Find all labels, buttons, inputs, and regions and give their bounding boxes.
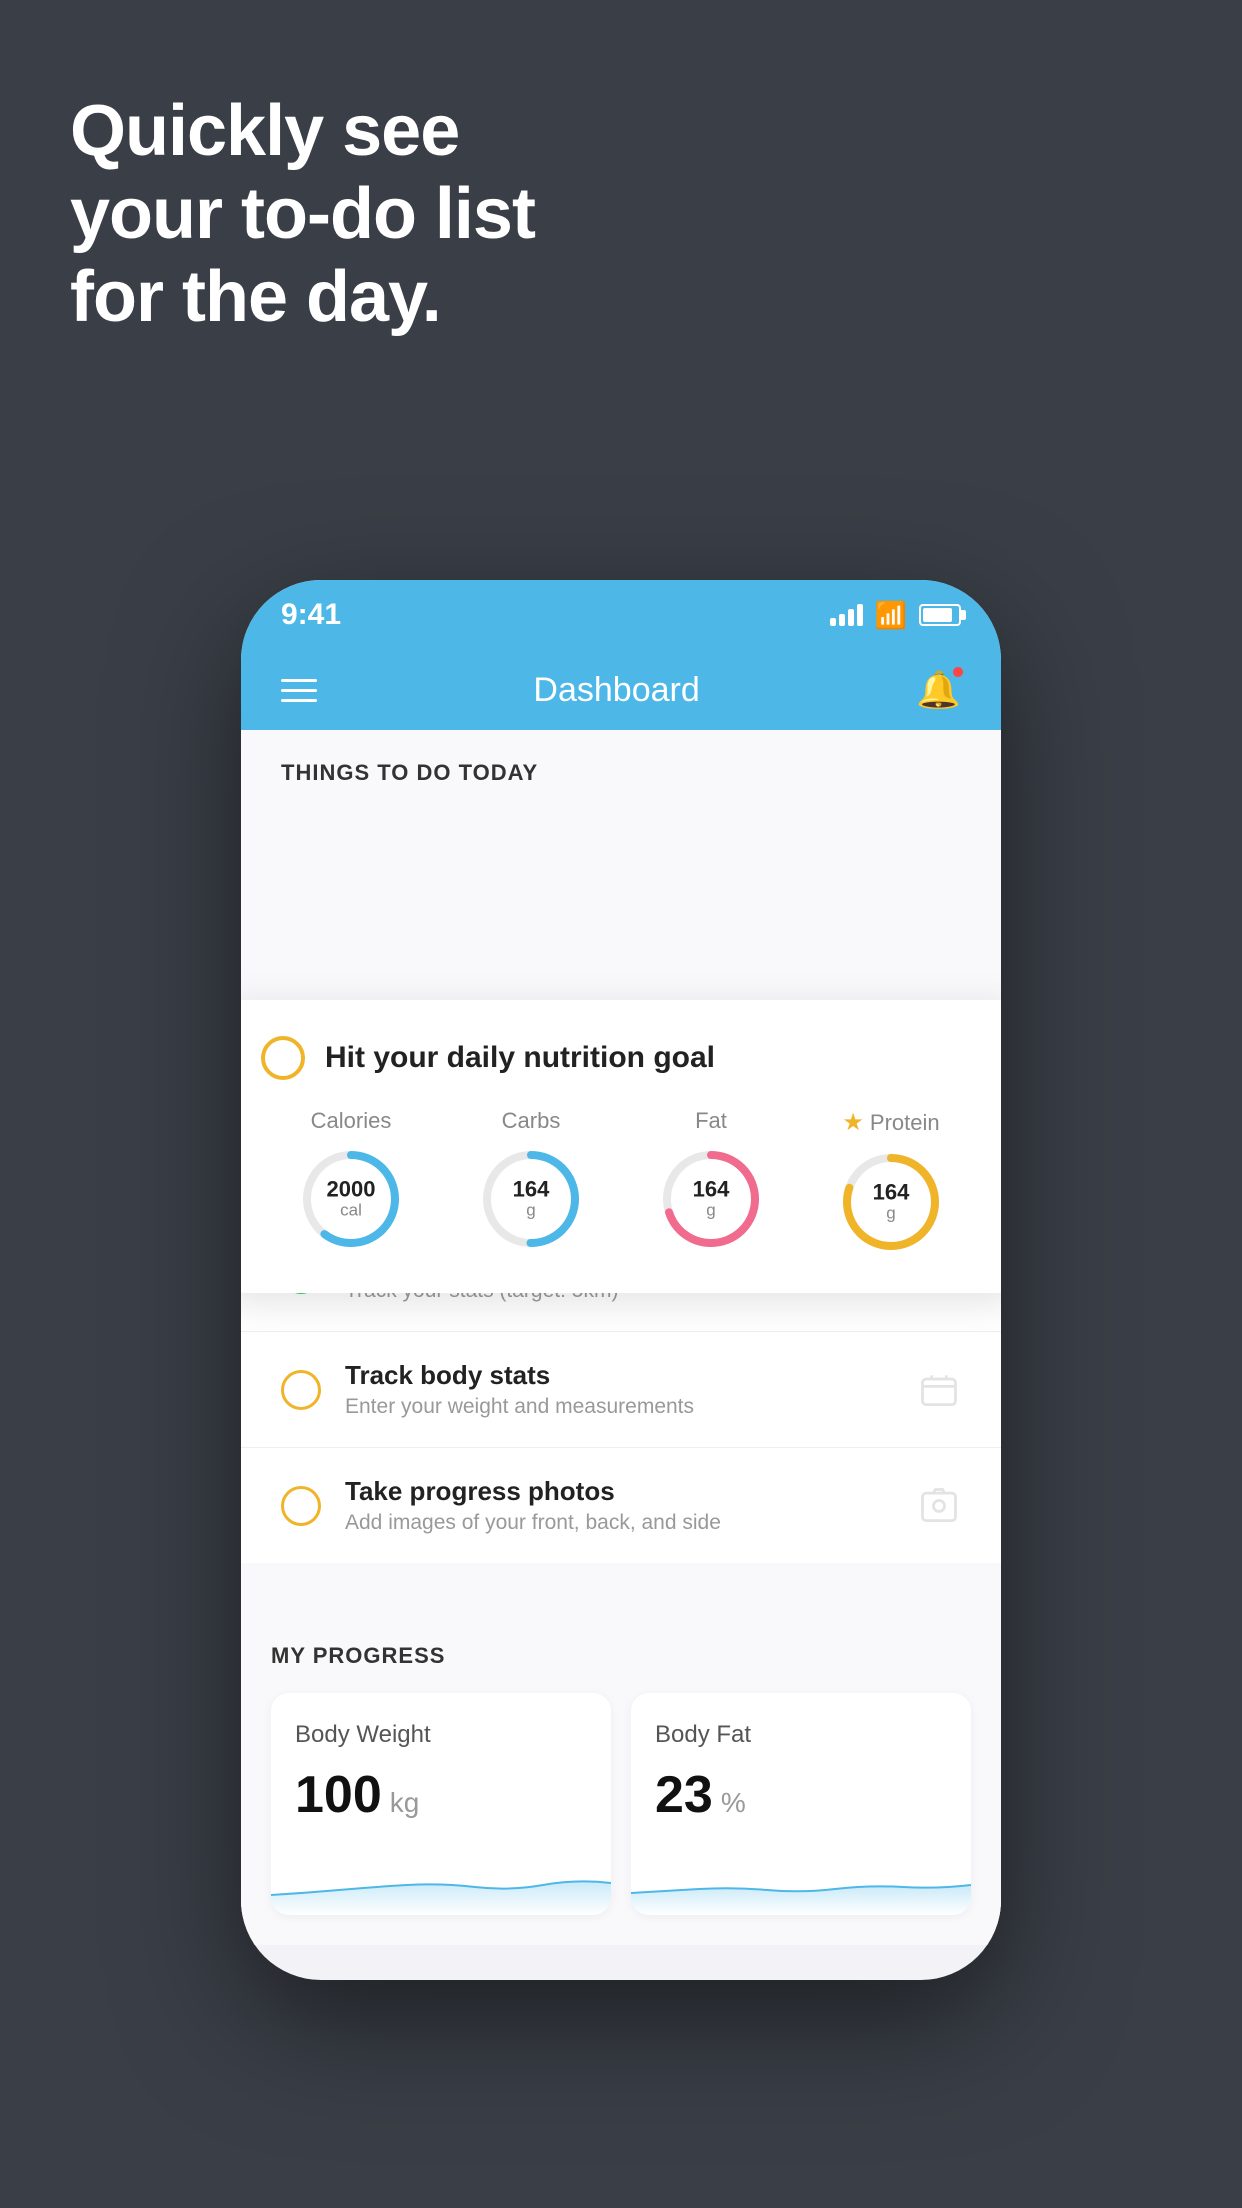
todo-item-track-body[interactable]: Track body stats Enter your weight and m… (241, 1332, 1001, 1448)
scale-icon (917, 1368, 961, 1412)
fat-ring: 164 g (656, 1144, 766, 1254)
headline-line3: for the day. (70, 256, 535, 339)
carbs-unit: g (513, 1202, 550, 1221)
body-weight-chart (271, 1855, 611, 1915)
body-fat-title: Body Fat (655, 1721, 947, 1749)
track-body-title: Track body stats (345, 1360, 893, 1391)
nutrition-protein: ★ Protein 164 g (836, 1108, 946, 1257)
carbs-value: 164 (513, 1178, 550, 1202)
battery-icon (919, 604, 961, 626)
protein-ring: 164 g (836, 1147, 946, 1257)
nutrition-carbs: Carbs 164 g (476, 1108, 586, 1254)
calories-label: Calories (311, 1108, 392, 1134)
body-fat-value: 23 (655, 1765, 713, 1825)
body-fat-value-row: 23 % (655, 1765, 947, 1825)
body-weight-value-row: 100 kg (295, 1765, 587, 1825)
progress-photos-title: Take progress photos (345, 1476, 893, 1507)
nutrition-calories: Calories 2000 cal (296, 1108, 406, 1254)
carbs-ring: 164 g (476, 1144, 586, 1254)
track-body-checkbox[interactable] (281, 1370, 321, 1410)
track-body-subtitle: Enter your weight and measurements (345, 1395, 893, 1419)
progress-section-title: MY PROGRESS (271, 1643, 971, 1669)
nutrition-card: Hit your daily nutrition goal Calories (241, 1000, 1001, 1293)
notification-dot (951, 665, 965, 679)
protein-star-icon: ★ (842, 1108, 864, 1137)
headline-line1: Quickly see (70, 90, 535, 173)
progress-photos-subtitle: Add images of your front, back, and side (345, 1511, 893, 1535)
body-fat-unit: % (721, 1787, 746, 1819)
fat-value: 164 (693, 1178, 730, 1202)
body-weight-card: Body Weight 100 kg (271, 1693, 611, 1915)
track-body-text: Track body stats Enter your weight and m… (345, 1360, 893, 1419)
calories-value: 2000 (327, 1178, 376, 1202)
progress-photos-checkbox[interactable] (281, 1486, 321, 1526)
signal-icon (830, 604, 863, 626)
content-area: THINGS TO DO TODAY Hit your daily nutrit… (241, 730, 1001, 1945)
body-weight-value: 100 (295, 1765, 382, 1825)
body-fat-chart (631, 1855, 971, 1915)
headline: Quickly see your to-do list for the day. (70, 90, 535, 338)
progress-cards: Body Weight 100 kg (271, 1693, 971, 1915)
phone-wrapper: 9:41 📶 Dashboard 🔔 (241, 580, 1001, 2140)
todo-item-progress-photos[interactable]: Take progress photos Add images of your … (241, 1448, 1001, 1563)
section-title-things: THINGS TO DO TODAY (241, 730, 1001, 806)
protein-label: Protein (870, 1110, 940, 1136)
photo-icon (917, 1484, 961, 1528)
nutrition-title: Hit your daily nutrition goal (325, 1041, 715, 1075)
nav-title: Dashboard (533, 671, 699, 710)
status-icons: 📶 (830, 600, 961, 631)
nutrition-checkbox[interactable] (261, 1036, 305, 1080)
protein-value: 164 (873, 1181, 910, 1205)
hamburger-button[interactable] (281, 679, 317, 702)
status-bar: 9:41 📶 (241, 580, 1001, 650)
body-weight-unit: kg (390, 1787, 420, 1819)
progress-photos-text: Take progress photos Add images of your … (345, 1476, 893, 1535)
protein-unit: g (873, 1205, 910, 1224)
wifi-icon: 📶 (875, 600, 907, 631)
status-time: 9:41 (281, 598, 341, 632)
nutrition-fat: Fat 164 g (656, 1108, 766, 1254)
carbs-label: Carbs (502, 1108, 561, 1134)
progress-section: MY PROGRESS Body Weight 100 kg (241, 1603, 1001, 1945)
fat-unit: g (693, 1202, 730, 1221)
calories-unit: cal (327, 1202, 376, 1221)
body-fat-card: Body Fat 23 % (631, 1693, 971, 1915)
body-weight-title: Body Weight (295, 1721, 587, 1749)
fat-label: Fat (695, 1108, 727, 1134)
headline-line2: your to-do list (70, 173, 535, 256)
nutrition-grid: Calories 2000 cal (261, 1108, 981, 1257)
bell-button[interactable]: 🔔 (916, 669, 961, 711)
nav-bar: Dashboard 🔔 (241, 650, 1001, 730)
phone-frame: 9:41 📶 Dashboard 🔔 (241, 580, 1001, 1980)
calories-ring: 2000 cal (296, 1144, 406, 1254)
